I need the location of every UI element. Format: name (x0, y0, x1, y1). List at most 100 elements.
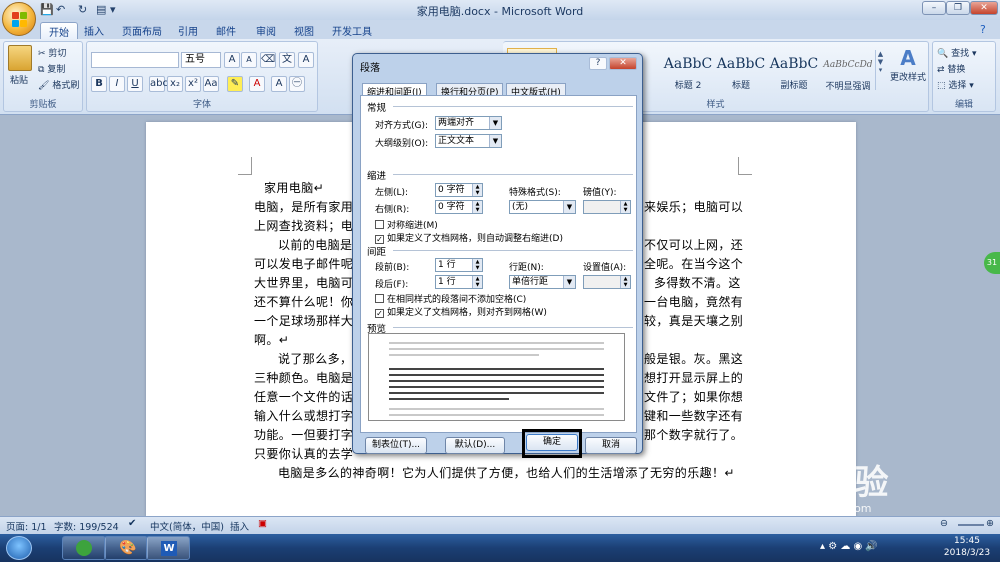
dialog-close-button[interactable]: ✕ (609, 57, 637, 70)
office-button[interactable] (2, 2, 36, 36)
spinner-arrows-icon[interactable]: ▲ ▼ (472, 259, 482, 271)
indent-right-spinner[interactable]: 0 字符 ▲ ▼ (435, 200, 483, 214)
subscript-icon[interactable]: x₂ (167, 76, 183, 92)
quick-access-menu-icon[interactable]: ▾ (110, 3, 116, 16)
dialog-help-button[interactable]: ? (589, 57, 607, 70)
format-painter-button[interactable]: 🖌 格式刷 (38, 78, 79, 91)
tab-developer[interactable]: 开发工具 (324, 22, 380, 39)
copy-button[interactable]: ⧉ 复制 (38, 62, 65, 75)
font-name-combo[interactable] (91, 52, 179, 68)
no-space-same-style-checkbox[interactable]: 在相同样式的段落间不添加空格(C) (375, 292, 526, 305)
editing-group: 🔍 查找 ▾ ⇄ 替换 ⬚ 选择 ▾ 编辑 (932, 41, 996, 112)
font-color-icon[interactable]: A (249, 76, 265, 92)
spacing-after-spinner[interactable]: 1 行 ▲ ▼ (435, 275, 483, 289)
taskbar-app-word[interactable]: W (146, 536, 190, 560)
zoom-in-icon[interactable]: ⊕ (986, 518, 994, 529)
clear-format-icon[interactable]: ⌫ (260, 52, 276, 68)
character-border-icon[interactable]: A (298, 52, 314, 68)
mirror-indent-label: 对称缩进(M) (387, 221, 438, 231)
help-icon[interactable]: ? (980, 23, 986, 36)
zoom-slider[interactable] (958, 524, 984, 526)
find-button[interactable]: 🔍 查找 ▾ (937, 46, 977, 59)
tab-review[interactable]: 审阅 (248, 22, 284, 39)
change-case-icon[interactable]: Aa (203, 76, 219, 92)
paste-button[interactable]: 粘贴 (10, 73, 28, 86)
style-title[interactable]: AaBbC 标题 (716, 48, 766, 92)
minimize-button[interactable]: – (922, 1, 946, 15)
strikethrough-icon[interactable]: abc (149, 76, 168, 92)
tabs-button[interactable]: 制表位(T)... (365, 437, 427, 454)
indent-right-value: 0 字符 (438, 202, 465, 212)
tray-icons[interactable]: ▴ ⚙ ☁ ◉ 🔊 (820, 541, 878, 552)
character-shading-icon[interactable]: A (271, 76, 287, 92)
undo-icon[interactable]: ↶ (56, 3, 65, 16)
start-button[interactable] (6, 536, 32, 560)
zoom-out-icon[interactable]: ⊖ (940, 518, 948, 529)
save-icon[interactable]: 💾 (40, 3, 54, 16)
maximize-button[interactable]: ❐ (946, 1, 970, 15)
replace-button[interactable]: ⇄ 替换 (937, 62, 965, 75)
spinner-arrows-icon[interactable]: ▲ ▼ (620, 201, 630, 213)
clock-date[interactable]: 2018/3/23 (938, 548, 996, 558)
spacing-at-spinner[interactable]: ▲ ▼ (583, 275, 631, 289)
paste-icon[interactable] (8, 45, 32, 71)
grow-font-icon[interactable]: A (224, 52, 240, 68)
page-indicator[interactable]: 页面: 1/1 (6, 519, 47, 533)
tab-references[interactable]: 引用 (170, 22, 206, 39)
indent-left-spinner[interactable]: 0 字符 ▲ ▼ (435, 183, 483, 197)
doc-line-fragment: 文件了；如果你想 (644, 390, 744, 404)
spacing-before-spinner[interactable]: 1 行 ▲ ▼ (435, 258, 483, 272)
word-count[interactable]: 字数: 199/524 (54, 519, 119, 533)
change-styles-button[interactable]: A 更改样式 (889, 46, 927, 83)
style-heading-2[interactable]: AaBbC 标题 2 (663, 48, 713, 92)
tab-insert[interactable]: 插入 (76, 22, 112, 39)
spinner-arrows-icon[interactable]: ▲ ▼ (472, 276, 482, 288)
enclose-character-icon[interactable]: ㊀ (289, 76, 305, 92)
superscript-icon[interactable]: x² (185, 76, 201, 92)
select-button[interactable]: ⬚ 选择 ▾ (937, 78, 974, 91)
proofing-icon[interactable]: ✔ (128, 518, 136, 529)
clock-time[interactable]: 15:45 (942, 536, 992, 546)
font-group-label: 字体 (192, 100, 211, 110)
style-subtitle[interactable]: AaBbC 副标题 (769, 48, 819, 92)
spinner-arrows-icon[interactable]: ▲ ▼ (472, 201, 482, 213)
spinner-arrows-icon[interactable]: ▲ ▼ (620, 276, 630, 288)
taskbar-app-360-browser[interactable] (62, 536, 106, 560)
redo-icon[interactable]: ↻ (78, 3, 87, 16)
font-size-combo[interactable]: 五号 (181, 52, 221, 68)
zoom-badge[interactable]: 31 (984, 252, 1000, 274)
italic-icon[interactable]: I (109, 76, 125, 92)
ok-button[interactable]: 确定 (526, 434, 578, 451)
insert-mode[interactable]: 插入 (230, 519, 249, 533)
set-default-button[interactable]: 默认(D)... (445, 437, 505, 454)
underline-icon[interactable]: U (127, 76, 143, 92)
tab-home[interactable]: 开始 (40, 22, 78, 39)
alignment-select[interactable]: 两端对齐 ▼ (435, 116, 502, 130)
close-button[interactable]: ✕ (970, 1, 998, 15)
auto-adjust-right-indent-checkbox[interactable]: ✓ 如果定义了文档网格，则自动调整右缩进(D) (375, 231, 563, 244)
snap-to-grid-checkbox[interactable]: ✓ 如果定义了文档网格，则对齐到网格(W) (375, 305, 547, 318)
highlight-icon[interactable]: ✎ (227, 76, 243, 92)
replace-icon: ⇄ (937, 65, 945, 75)
tab-mailings[interactable]: 邮件 (208, 22, 244, 39)
spinner-arrows-icon[interactable]: ▲ ▼ (472, 184, 482, 196)
taskbar-app-paint[interactable]: 🎨 (104, 536, 148, 560)
cut-button[interactable]: ✂ 剪切 (38, 46, 66, 59)
indent-by-spinner[interactable]: ▲ ▼ (583, 200, 631, 214)
line-spacing-select[interactable]: 单倍行距 ▼ (509, 275, 576, 289)
style-subtle-emphasis[interactable]: AaBbCcDd 不明显强调 (822, 48, 874, 92)
scissors-icon: ✂ (38, 49, 46, 59)
print-preview-icon[interactable]: ▤ (96, 3, 106, 16)
phonetic-guide-icon[interactable]: 文 (279, 52, 295, 68)
tab-page-layout[interactable]: 页面布局 (114, 22, 170, 39)
styles-scroll-icon[interactable]: ▲ ▼ ▾ (875, 50, 885, 90)
language-indicator[interactable]: 中文(简体，中国) (150, 519, 224, 533)
bold-icon[interactable]: B (91, 76, 107, 92)
shrink-font-icon[interactable]: A (241, 52, 257, 68)
outline-level-select[interactable]: 正文文本 ▼ (435, 134, 502, 148)
cancel-button[interactable]: 取消 (585, 437, 637, 454)
mirror-indent-checkbox[interactable]: 对称缩进(M) (375, 218, 438, 231)
macro-record-icon[interactable]: ▣ (258, 518, 267, 529)
special-indent-select[interactable]: (无) ▼ (509, 200, 576, 214)
tab-view[interactable]: 视图 (286, 22, 322, 39)
